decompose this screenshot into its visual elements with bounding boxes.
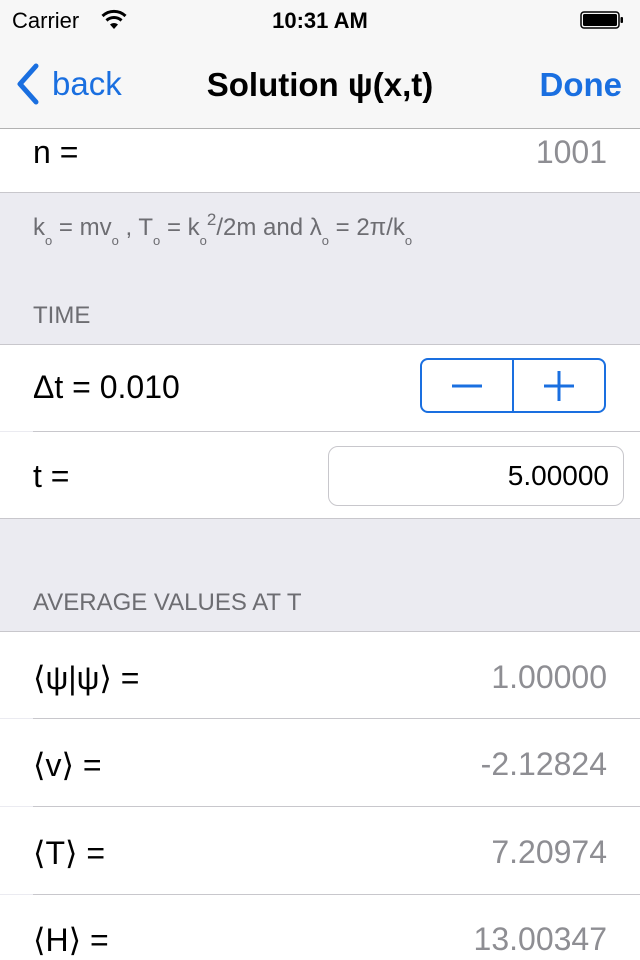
formula-part: , T	[118, 214, 154, 241]
formula-part: = 2π/k	[328, 214, 405, 241]
avg-value: 7.20974	[491, 834, 607, 870]
status-bar: Carrier 10:31 AM	[0, 0, 640, 40]
t-input[interactable]	[328, 446, 624, 506]
divider	[0, 192, 640, 193]
avg-row-hamiltonian: ⟨H⟩ = 13.00347	[0, 895, 640, 960]
minus-icon	[452, 384, 482, 387]
divider	[0, 518, 640, 519]
avg-row-norm: ⟨ψ|ψ⟩ = 1.00000	[0, 632, 640, 718]
avg-label: ⟨ψ|ψ⟩ =	[33, 660, 140, 696]
carrier-label: Carrier	[12, 8, 80, 33]
dt-label: Δt = 0.010	[33, 369, 180, 405]
avg-label: ⟨v⟩ =	[33, 747, 102, 783]
n-value: 1001	[535, 134, 607, 170]
section-header-time: TIME	[33, 302, 91, 329]
chevron-left-icon	[17, 63, 39, 105]
section-header-averages: AVERAGE VALUES AT T	[33, 589, 302, 616]
avg-value: -2.12824	[480, 746, 607, 782]
avg-value: 1.00000	[491, 659, 607, 695]
plus-icon	[544, 370, 574, 401]
decrement-button[interactable]	[422, 360, 512, 411]
formula-note: ko = mvo , To = ko2/2m and λo = 2π/ko	[33, 210, 412, 248]
formula-part: = k	[160, 214, 200, 241]
formula-part: = mv	[52, 214, 112, 241]
subscript: o	[404, 233, 413, 248]
battery-full-icon	[580, 11, 623, 29]
formula-part: k	[33, 214, 45, 241]
done-button[interactable]: Done	[540, 66, 623, 104]
subscript: o	[199, 233, 207, 248]
back-label: back	[52, 65, 122, 102]
superscript: 2	[206, 210, 217, 229]
avg-row-kinetic: ⟨T⟩ = 7.20974	[0, 807, 640, 894]
navigation-bar: back Solution ψ(x,t) Done	[0, 40, 640, 129]
wifi-icon	[101, 9, 127, 29]
subscript: o	[111, 233, 119, 248]
avg-row-velocity: ⟨v⟩ = -2.12824	[0, 719, 640, 806]
avg-label: ⟨T⟩ =	[33, 835, 106, 871]
back-button[interactable]: back	[14, 62, 122, 106]
n-label: n =	[33, 134, 79, 170]
clock: 10:31 AM	[272, 8, 368, 33]
t-label: t =	[33, 458, 70, 494]
n-row: n = 1001	[0, 129, 640, 192]
dt-stepper[interactable]	[420, 358, 606, 413]
formula-part: /2m and λ	[216, 214, 322, 241]
increment-button[interactable]	[512, 360, 604, 411]
avg-value: 13.00347	[473, 921, 607, 957]
avg-label: ⟨H⟩ =	[33, 922, 109, 958]
subscript: o	[321, 233, 329, 248]
